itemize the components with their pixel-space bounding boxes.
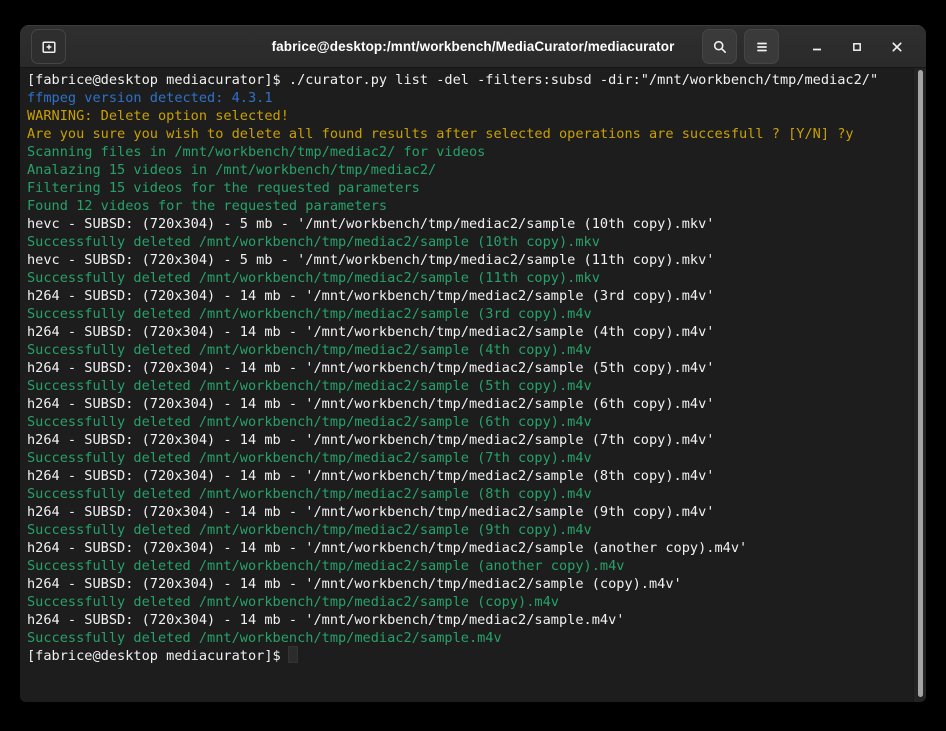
search-icon — [712, 39, 728, 55]
terminal-output: [fabrice@desktop mediacurator]$ ./curato… — [27, 71, 910, 702]
terminal-line: Successfully deleted /mnt/workbench/tmp/… — [27, 233, 910, 251]
minimize-icon — [809, 39, 825, 55]
search-button[interactable] — [702, 29, 737, 64]
terminal-line: h264 - SUBSD: (720x304) - 14 mb - '/mnt/… — [27, 359, 910, 377]
close-icon — [889, 39, 905, 55]
scrollbar-thumb[interactable] — [918, 70, 923, 697]
new-tab-icon — [41, 39, 57, 55]
new-tab-button[interactable] — [31, 29, 66, 64]
terminal-line: Filtering 15 videos for the requested pa… — [27, 179, 910, 197]
terminal-line: h264 - SUBSD: (720x304) - 14 mb - '/mnt/… — [27, 503, 910, 521]
terminal-line: Successfully deleted /mnt/workbench/tmp/… — [27, 485, 910, 503]
terminal-cursor — [289, 647, 297, 662]
terminal-line: h264 - SUBSD: (720x304) - 14 mb - '/mnt/… — [27, 539, 910, 557]
terminal-line: h264 - SUBSD: (720x304) - 14 mb - '/mnt/… — [27, 287, 910, 305]
terminal-screen[interactable]: [fabrice@desktop mediacurator]$ ./curato… — [20, 68, 926, 702]
titlebar[interactable]: fabrice@desktop:/mnt/workbench/MediaCura… — [20, 25, 926, 68]
terminal-window: fabrice@desktop:/mnt/workbench/MediaCura… — [20, 25, 926, 702]
menu-button[interactable] — [744, 29, 779, 64]
maximize-button[interactable] — [842, 29, 872, 64]
terminal-line: h264 - SUBSD: (720x304) - 14 mb - '/mnt/… — [27, 323, 910, 341]
hamburger-menu-icon — [754, 39, 770, 55]
terminal-line: h264 - SUBSD: (720x304) - 14 mb - '/mnt/… — [27, 431, 910, 449]
terminal-line: Successfully deleted /mnt/workbench/tmp/… — [27, 557, 910, 575]
terminal-line: Successfully deleted /mnt/workbench/tmp/… — [27, 521, 910, 539]
terminal-line: Successfully deleted /mnt/workbench/tmp/… — [27, 593, 910, 611]
terminal-line: Analazing 15 videos in /mnt/workbench/tm… — [27, 161, 910, 179]
scrollbar-track[interactable] — [913, 68, 926, 702]
terminal-line: h264 - SUBSD: (720x304) - 14 mb - '/mnt/… — [27, 611, 910, 629]
terminal-line: Successfully deleted /mnt/workbench/tmp/… — [27, 377, 910, 395]
terminal-line: Successfully deleted /mnt/workbench/tmp/… — [27, 269, 910, 287]
terminal-line: Successfully deleted /mnt/workbench/tmp/… — [27, 341, 910, 359]
terminal-line: Scanning files in /mnt/workbench/tmp/med… — [27, 143, 910, 161]
terminal-line: Are you sure you wish to delete all foun… — [27, 125, 910, 143]
close-button[interactable] — [882, 29, 912, 64]
terminal-line: Successfully deleted /mnt/workbench/tmp/… — [27, 449, 910, 467]
terminal-line: ffmpeg version detected: 4.3.1 — [27, 89, 910, 107]
terminal-line: Successfully deleted /mnt/workbench/tmp/… — [27, 305, 910, 323]
maximize-icon — [849, 39, 865, 55]
terminal-line: Successfully deleted /mnt/workbench/tmp/… — [27, 413, 910, 431]
terminal-line: Successfully deleted /mnt/workbench/tmp/… — [27, 629, 910, 647]
terminal-line: [fabrice@desktop mediacurator]$ — [27, 647, 910, 665]
terminal-line: h264 - SUBSD: (720x304) - 14 mb - '/mnt/… — [27, 467, 910, 485]
terminal-line: [fabrice@desktop mediacurator]$ ./curato… — [27, 71, 910, 89]
terminal-line: hevc - SUBSD: (720x304) - 5 mb - '/mnt/w… — [27, 251, 910, 269]
terminal-line: h264 - SUBSD: (720x304) - 14 mb - '/mnt/… — [27, 575, 910, 593]
terminal-line: hevc - SUBSD: (720x304) - 5 mb - '/mnt/w… — [27, 215, 910, 233]
minimize-button[interactable] — [802, 29, 832, 64]
terminal-line: WARNING: Delete option selected! — [27, 107, 910, 125]
terminal-line: h264 - SUBSD: (720x304) - 14 mb - '/mnt/… — [27, 395, 910, 413]
terminal-line: Found 12 videos for the requested parame… — [27, 197, 910, 215]
